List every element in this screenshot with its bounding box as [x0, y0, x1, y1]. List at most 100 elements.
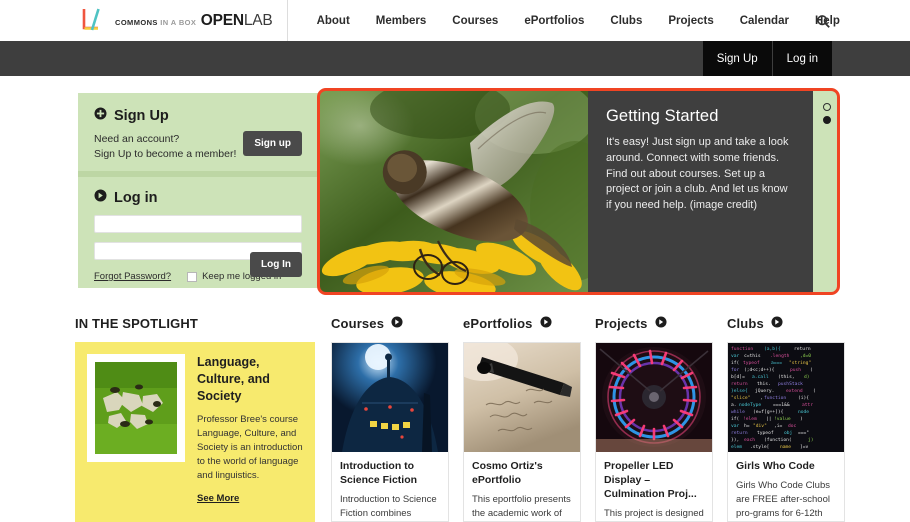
- darkbar-signup-button[interactable]: Sign Up: [702, 41, 773, 76]
- svg-text:function: function: [731, 346, 753, 352]
- svg-text:}),: }),: [731, 437, 739, 443]
- svg-text:a===: a===: [771, 361, 782, 366]
- svg-text:(e=f[g++]){: (e=f[g++]){: [753, 409, 784, 415]
- svg-text:,i=: ,i=: [774, 423, 783, 429]
- svg-text:obj: obj: [784, 430, 792, 436]
- nav-item-about[interactable]: About: [304, 15, 363, 27]
- svg-text:===1&&: ===1&&: [773, 402, 790, 408]
- svg-text:"slice": "slice": [731, 395, 750, 401]
- project-card[interactable]: Propeller LED Display – Culmination Proj…: [595, 342, 713, 522]
- eportfolios-heading-label: ePortfolios: [463, 316, 533, 331]
- spotlight-heading: IN THE SPOTLIGHT: [75, 316, 199, 331]
- spotlight-description: Professor Bree's course Language, Cultur…: [197, 414, 303, 482]
- banner-text-panel: Getting Started It's easy! Just sign up …: [588, 91, 813, 292]
- spotlight-see-more-link[interactable]: See More: [197, 493, 239, 504]
- arrow-circle-icon: [94, 189, 107, 206]
- svg-text:name: name: [780, 445, 791, 450]
- svg-text:(a,b){: (a,b){: [764, 346, 781, 352]
- carousel-dot-2[interactable]: [822, 116, 831, 124]
- secondary-dark-bar: Sign Up Log in: [0, 41, 910, 76]
- club-card-description: Girls Who Code Clubs are FREE after-scho…: [736, 479, 830, 520]
- project-card-description: This project is designed to display mess…: [604, 507, 704, 519]
- course-card-body: Introduction to Science Fiction Introduc…: [332, 452, 448, 521]
- spotlight-title: Language, Culture, and Society: [197, 355, 270, 403]
- svg-text:d): d): [804, 374, 810, 380]
- nav-item-calendar[interactable]: Calendar: [727, 15, 802, 27]
- column-courses: Courses Introduction to Science Fiction …: [331, 316, 449, 522]
- svg-text:each: each: [744, 437, 755, 443]
- svg-text:,d=0: ,d=0: [800, 353, 811, 359]
- svg-text:,: ,: [760, 396, 763, 401]
- eportfolios-heading[interactable]: ePortfolios: [463, 316, 581, 331]
- forgot-password-link[interactable]: Forgot Password?: [94, 271, 171, 282]
- arrow-circle-icon: [771, 316, 783, 331]
- banner-bee-photo: [320, 91, 588, 292]
- plus-circle-icon: [94, 107, 107, 124]
- club-card[interactable]: function (a,b){return var c=this .length ,d=…: [727, 342, 845, 522]
- courses-heading-label: Courses: [331, 316, 385, 331]
- clubs-heading[interactable]: Clubs: [727, 316, 845, 331]
- auth-actions: Sign Up Log in: [702, 41, 832, 76]
- spotlight-card[interactable]: Language, Culture, and Society Professor…: [75, 342, 315, 522]
- svg-text:]=v: ]=v: [800, 444, 809, 450]
- carousel-dots: [816, 103, 837, 129]
- eportfolio-card-title: Cosmo Ortiz's ePortfolio: [472, 460, 543, 486]
- course-card[interactable]: Introduction to Science Fiction Introduc…: [331, 342, 449, 522]
- eportfolio-card-image: [464, 343, 580, 452]
- svg-text:): ): [800, 416, 803, 422]
- eportfolio-card[interactable]: Cosmo Ortiz's ePortfolio This eportfolio…: [463, 342, 581, 522]
- svg-text:(this,: (this,: [778, 374, 795, 380]
- projects-heading[interactable]: Projects: [595, 316, 713, 331]
- svg-text:j): j): [808, 437, 814, 443]
- eportfolio-card-description: This eportfolio presents the academic wo…: [472, 493, 571, 519]
- svg-text:c=this: c=this: [744, 353, 761, 359]
- login-button[interactable]: Log In: [250, 252, 302, 277]
- svg-text:(: (: [810, 367, 813, 373]
- svg-text:this.: this.: [757, 381, 771, 387]
- hero-section: Sign Up Need an account? Sign Up to beco…: [0, 76, 910, 306]
- courses-heading[interactable]: Courses: [331, 316, 449, 331]
- column-clubs: Clubs function (a,b){return var c=this .len…: [727, 316, 845, 522]
- username-input[interactable]: [94, 215, 302, 233]
- svg-text:extend: extend: [786, 388, 803, 394]
- login-heading-label: Log in: [114, 189, 158, 206]
- getting-started-banner[interactable]: Getting Started It's easy! Just sign up …: [320, 91, 837, 292]
- svg-text:"string": "string": [789, 360, 811, 366]
- logo-tagline: COMMONS IN A BOX: [115, 17, 197, 27]
- search-icon[interactable]: [814, 12, 832, 30]
- eportfolio-card-body: Cosmo Ortiz's ePortfolio This eportfolio…: [464, 452, 580, 521]
- projects-heading-label: Projects: [595, 316, 648, 331]
- svg-text:!value: !value: [774, 416, 791, 422]
- darkbar-login-button[interactable]: Log in: [772, 41, 832, 76]
- spotlight-section: IN THE SPOTLIGHT Language, Culture, and …: [75, 316, 315, 522]
- svg-text:if(: if(: [731, 416, 739, 422]
- site-logo[interactable]: COMMONS IN A BOX OPENLAB: [78, 0, 288, 41]
- svg-text:return: return: [731, 430, 748, 436]
- signup-button[interactable]: Sign up: [243, 131, 302, 156]
- nav-item-eportfolios[interactable]: ePortfolios: [511, 15, 597, 27]
- nav-item-courses[interactable]: Courses: [439, 15, 511, 27]
- svg-text:var: var: [731, 424, 740, 429]
- nav-item-members[interactable]: Members: [363, 15, 440, 27]
- svg-text:.style[: .style[: [750, 444, 769, 450]
- spotlight-thumbnail: [87, 354, 185, 462]
- signup-block: Sign Up Need an account? Sign Up to beco…: [78, 93, 318, 171]
- svg-text:doc: doc: [788, 423, 797, 429]
- svg-text:for: for: [731, 367, 740, 373]
- carousel-dot-1[interactable]: [822, 103, 831, 111]
- nav-item-clubs[interactable]: Clubs: [597, 15, 655, 27]
- svg-text:node: node: [798, 409, 809, 415]
- clubs-heading-label: Clubs: [727, 316, 764, 331]
- svg-text:(: (: [813, 388, 816, 394]
- logo-wordmark: OPENLAB: [200, 11, 273, 29]
- nav-item-projects[interactable]: Projects: [655, 15, 726, 27]
- club-card-image: function (a,b){return var c=this .length ,d=…: [728, 343, 844, 452]
- signup-heading-label: Sign Up: [114, 107, 169, 124]
- svg-text:(;d<c;d++){: (;d<c;d++){: [744, 367, 775, 373]
- keep-logged-in-checkbox[interactable]: [187, 271, 198, 282]
- project-card-body: Propeller LED Display – Culmination Proj…: [596, 452, 712, 521]
- content-sections: IN THE SPOTLIGHT Language, Culture, and …: [0, 306, 910, 522]
- arrow-circle-icon: [391, 316, 403, 331]
- club-card-body: Girls Who Code Girls Who Code Clubs are …: [728, 452, 844, 521]
- course-card-image: [332, 343, 448, 452]
